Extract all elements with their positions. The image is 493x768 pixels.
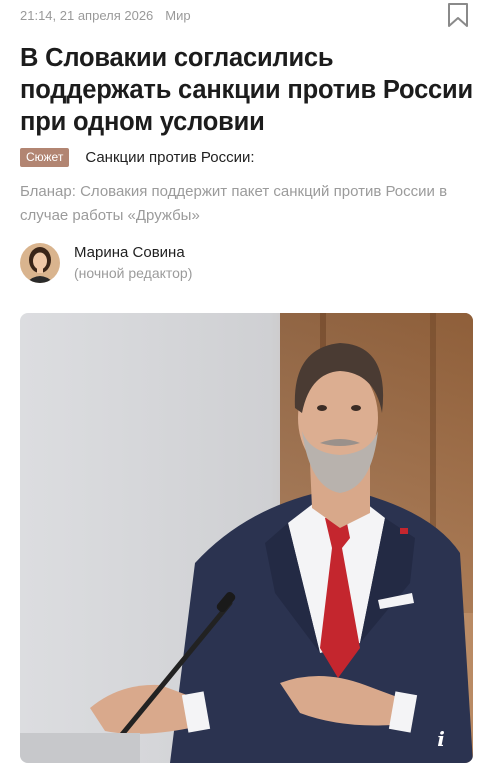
rubric-link[interactable]: Мир — [165, 8, 190, 23]
author-block[interactable]: Марина Совина (ночной редактор) — [20, 243, 192, 283]
info-icon[interactable]: i — [429, 727, 453, 751]
story-badge[interactable]: Сюжет — [20, 148, 70, 167]
author-text: Марина Совина (ночной редактор) — [74, 243, 192, 283]
avatar — [20, 243, 60, 283]
author-name[interactable]: Марина Совина — [74, 243, 192, 263]
speaker-photo — [20, 313, 473, 763]
article-title: В Словакии согласились поддержать санкци… — [20, 44, 473, 136]
story-link[interactable]: Санкции против России: — [85, 149, 254, 166]
bookmark-icon[interactable] — [447, 2, 469, 28]
article-meta: 21:14, 21 апреля 2026 Мир — [20, 6, 473, 24]
story-row: Сюжет Санкции против России: — [20, 148, 255, 167]
publish-time: 21:14, 21 апреля 2026 — [20, 7, 154, 23]
article-photo[interactable]: i — [20, 313, 473, 763]
author-role: (ночной редактор) — [74, 265, 193, 281]
article-lead: Бланар: Словакия поддержит пакет санкций… — [20, 183, 448, 224]
